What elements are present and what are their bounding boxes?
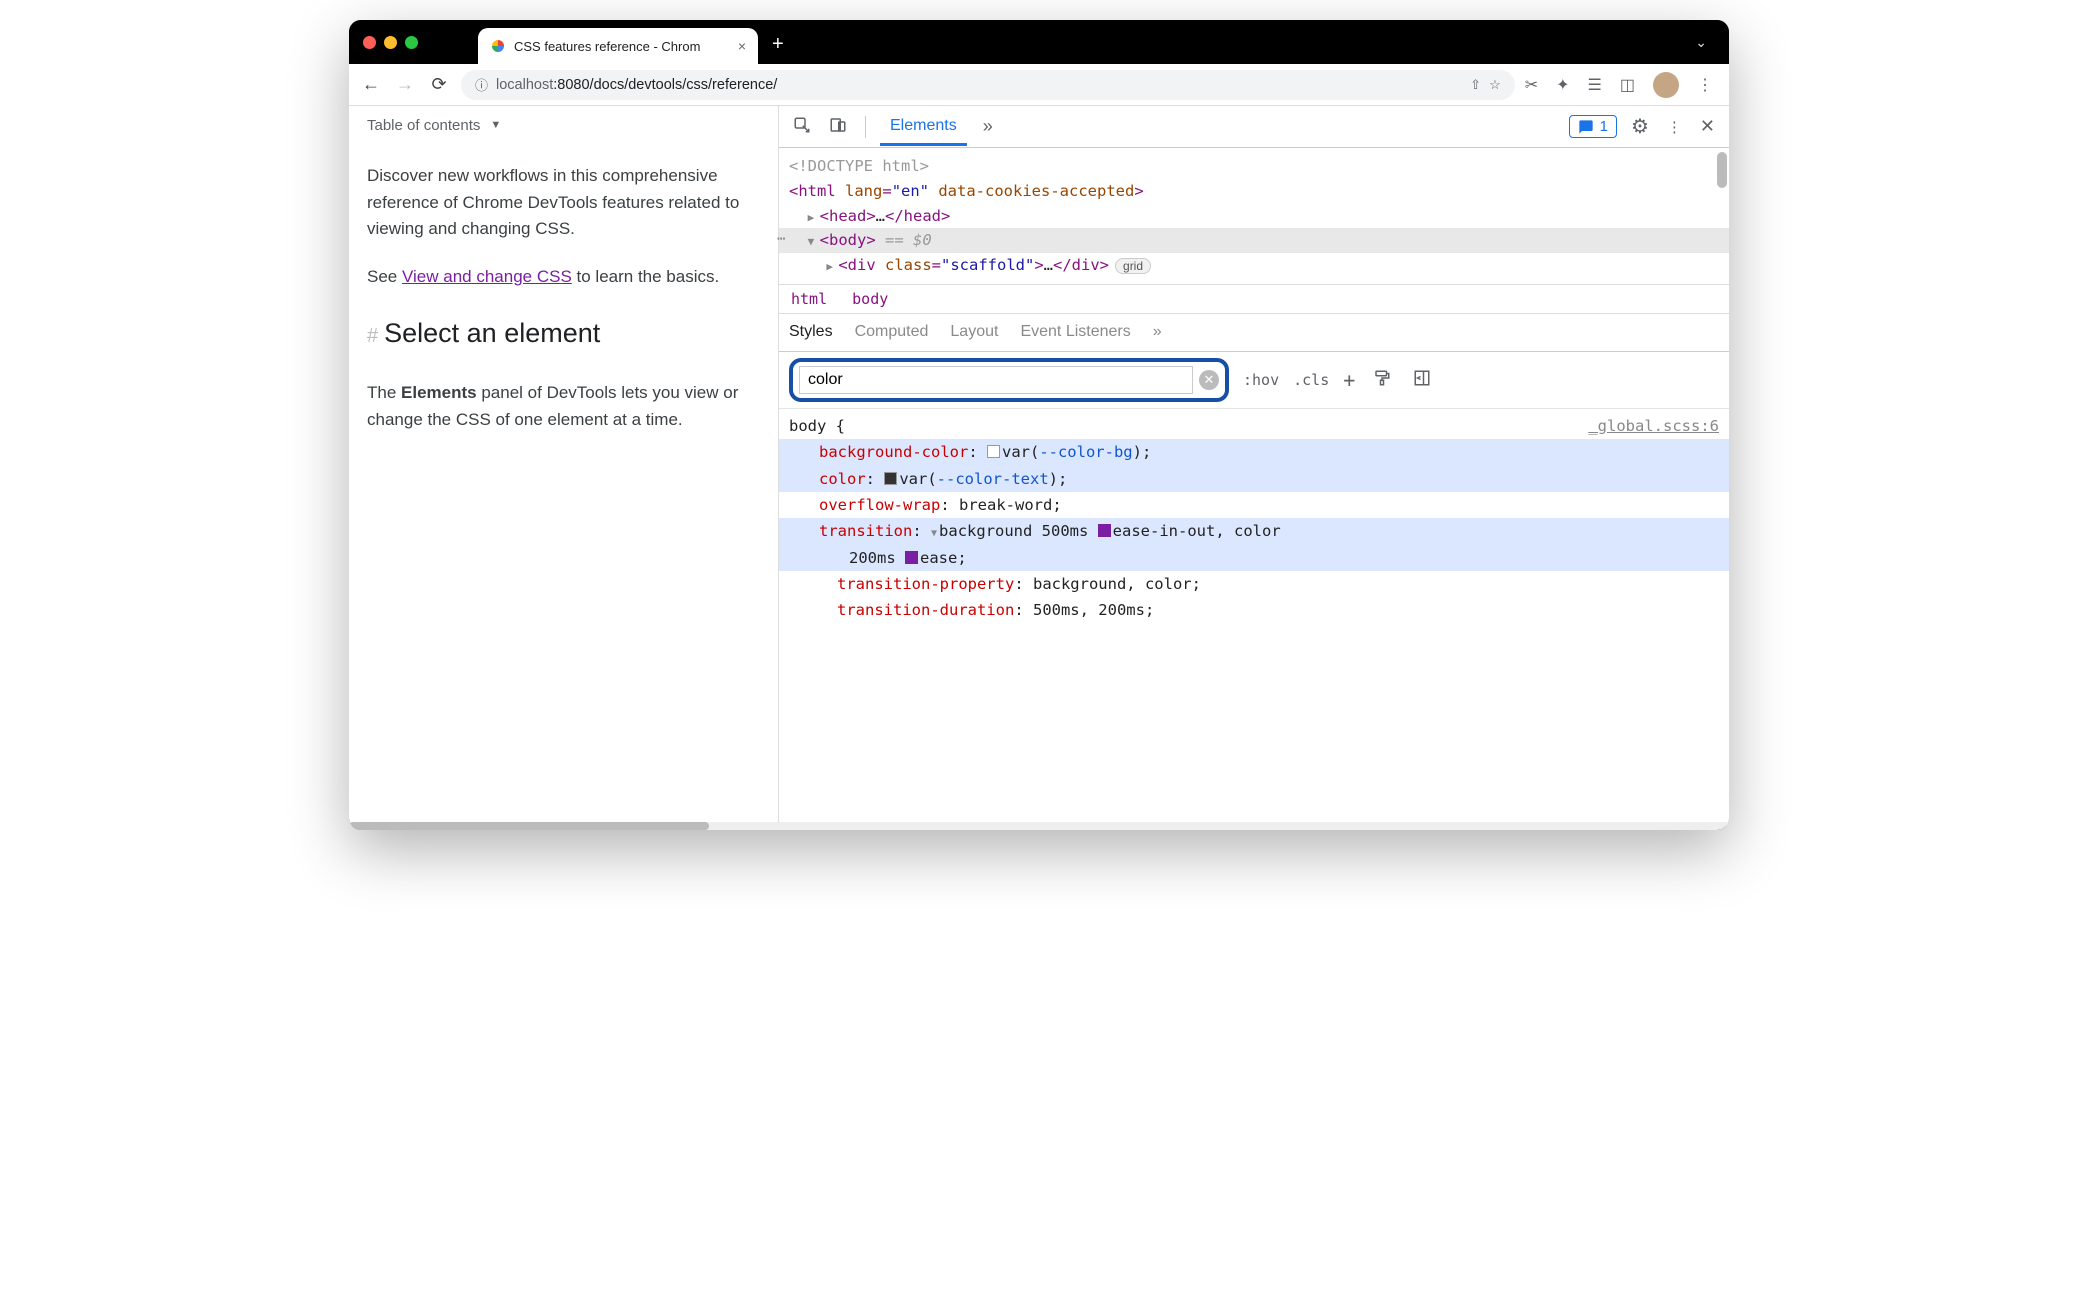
cls-button[interactable]: .cls — [1293, 371, 1329, 389]
maximize-window-button[interactable] — [405, 36, 418, 49]
caret-down-icon: ▼ — [490, 117, 501, 134]
expand-arrow-icon[interactable]: ▶ — [826, 258, 838, 276]
bookmark-icon[interactable]: ☆ — [1489, 77, 1501, 93]
minimize-window-button[interactable] — [384, 36, 397, 49]
content-area: Table of contents ▼ Discover new workflo… — [349, 106, 1729, 826]
titlebar: CSS features reference - Chrom × + ⌄ — [349, 20, 1729, 64]
toc-label: Table of contents — [367, 114, 480, 137]
browser-window: CSS features reference - Chrom × + ⌄ ← →… — [349, 20, 1729, 830]
site-info-icon[interactable]: ⓘ — [475, 75, 488, 94]
select-element-heading: Select an element — [384, 313, 600, 355]
new-rule-button[interactable]: + — [1343, 368, 1355, 392]
expand-triangle-icon[interactable]: ▼ — [931, 528, 937, 539]
rule-selector-line[interactable]: body { _global.scss:6 — [789, 413, 1719, 439]
side-panel-icon[interactable]: ◫ — [1620, 75, 1635, 95]
html-element-line[interactable]: <html lang="en" data-cookies-accepted> — [789, 179, 1719, 204]
devtools-panel: Elements » 1 ⚙ ⋮ ✕ <!DOCTYPE html> <html… — [779, 106, 1729, 826]
chrome-menu-icon[interactable]: ⋮ — [1697, 75, 1713, 95]
back-button[interactable]: ← — [359, 74, 383, 95]
see-paragraph: See View and change CSS to learn the bas… — [367, 264, 760, 290]
tabs-dropdown-icon[interactable]: ⌄ — [1695, 34, 1707, 51]
browser-tab[interactable]: CSS features reference - Chrom × — [478, 28, 758, 64]
settings-gear-icon[interactable]: ⚙ — [1627, 114, 1653, 139]
overflow-wrap-declaration[interactable]: overflow-wrap: break-word; — [789, 492, 1719, 518]
reload-button[interactable]: ⟳ — [427, 74, 451, 95]
heading-anchor-hash[interactable]: # — [367, 321, 378, 352]
scissors-icon[interactable]: ✂ — [1525, 75, 1538, 95]
paint-roller-icon[interactable] — [1369, 369, 1395, 391]
doctype-line: <!DOCTYPE html> — [789, 154, 1719, 179]
dom-tree[interactable]: <!DOCTYPE html> <html lang="en" data-coo… — [779, 148, 1729, 284]
color-swatch-icon[interactable] — [884, 472, 897, 485]
hov-button[interactable]: :hov — [1243, 371, 1279, 389]
more-tabs-icon[interactable]: » — [977, 116, 999, 137]
share-icon[interactable]: ⇧ — [1470, 77, 1481, 93]
close-tab-icon[interactable]: × — [738, 38, 746, 54]
traffic-lights — [363, 36, 418, 49]
color-swatch-icon[interactable] — [987, 445, 1000, 458]
device-toolbar-icon[interactable] — [825, 116, 851, 138]
bezier-swatch-icon[interactable] — [905, 551, 918, 564]
layout-tab[interactable]: Layout — [950, 323, 998, 341]
page-content: Table of contents ▼ Discover new workflo… — [349, 106, 779, 826]
color-declaration[interactable]: color: var(--color-text); — [779, 466, 1729, 492]
table-of-contents-toggle[interactable]: Table of contents ▼ — [367, 114, 760, 137]
url-text: localhost:8080/docs/devtools/css/referen… — [496, 77, 777, 93]
elements-paragraph: The Elements panel of DevTools lets you … — [367, 380, 760, 433]
tab-title: CSS features reference - Chrom — [514, 39, 730, 54]
expand-arrow-icon[interactable]: ▶ — [808, 209, 820, 227]
breadcrumb-html[interactable]: html — [791, 290, 827, 308]
address-bar[interactable]: ⓘ localhost:8080/docs/devtools/css/refer… — [461, 70, 1515, 100]
div-scaffold-line[interactable]: ▶<div class="scaffold">…</div>grid — [789, 253, 1719, 278]
body-element-line-selected[interactable]: ▼<body> == $0 — [779, 228, 1729, 253]
computed-tab[interactable]: Computed — [855, 323, 929, 341]
breadcrumb-body[interactable]: body — [852, 290, 888, 308]
more-subtabs-icon[interactable]: » — [1153, 323, 1162, 341]
devtools-menu-icon[interactable]: ⋮ — [1663, 118, 1686, 136]
source-link[interactable]: _global.scss:6 — [1588, 413, 1719, 439]
inspect-element-icon[interactable] — [789, 116, 815, 138]
clear-filter-icon[interactable]: ✕ — [1199, 370, 1219, 390]
dom-scrollbar[interactable] — [1717, 152, 1727, 280]
transition-declaration[interactable]: transition: ▼background 500ms ease-in-ou… — [779, 518, 1729, 544]
styles-filter-highlight: ✕ — [789, 358, 1229, 402]
bezier-swatch-icon[interactable] — [1098, 524, 1111, 537]
styles-pane[interactable]: body { _global.scss:6 background-color: … — [779, 409, 1729, 826]
background-color-declaration[interactable]: background-color: var(--color-bg); — [779, 439, 1729, 465]
styles-tab[interactable]: Styles — [789, 323, 833, 341]
styles-toolbar: ✕ :hov .cls + — [779, 352, 1729, 409]
issues-count: 1 — [1600, 118, 1608, 135]
close-devtools-icon[interactable]: ✕ — [1696, 116, 1719, 137]
transition-property-declaration[interactable]: transition-property: background, color; — [789, 571, 1719, 597]
horizontal-scrollbar[interactable] — [349, 822, 1729, 830]
devtools-tabbar: Elements » 1 ⚙ ⋮ ✕ — [779, 106, 1729, 148]
profile-avatar[interactable] — [1653, 72, 1679, 98]
styles-filter-input[interactable] — [799, 366, 1193, 394]
new-tab-button[interactable]: + — [772, 33, 784, 56]
transition-declaration-line2[interactable]: 200ms ease; — [779, 545, 1729, 571]
issues-badge[interactable]: 1 — [1569, 115, 1617, 138]
close-window-button[interactable] — [363, 36, 376, 49]
head-element-line[interactable]: ▶<head>…</head> — [789, 204, 1719, 229]
collapse-arrow-icon[interactable]: ▼ — [808, 233, 820, 251]
chrome-favicon-icon — [490, 38, 506, 54]
transition-duration-declaration[interactable]: transition-duration: 500ms, 200ms; — [789, 597, 1719, 623]
intro-paragraph: Discover new workflows in this comprehen… — [367, 163, 760, 242]
reading-list-icon[interactable]: ☰ — [1588, 75, 1602, 95]
view-change-css-link[interactable]: View and change CSS — [402, 267, 572, 286]
event-listeners-tab[interactable]: Event Listeners — [1020, 323, 1130, 341]
dom-breadcrumb: html body — [779, 284, 1729, 314]
elements-tab[interactable]: Elements — [880, 107, 967, 146]
browser-toolbar: ← → ⟳ ⓘ localhost:8080/docs/devtools/css… — [349, 64, 1729, 106]
extensions-icon[interactable]: ✦ — [1556, 75, 1569, 95]
computed-panel-toggle-icon[interactable] — [1409, 369, 1435, 391]
grid-badge[interactable]: grid — [1115, 258, 1151, 274]
forward-button[interactable]: → — [393, 74, 417, 95]
styles-subtabs: Styles Computed Layout Event Listeners » — [779, 314, 1729, 352]
